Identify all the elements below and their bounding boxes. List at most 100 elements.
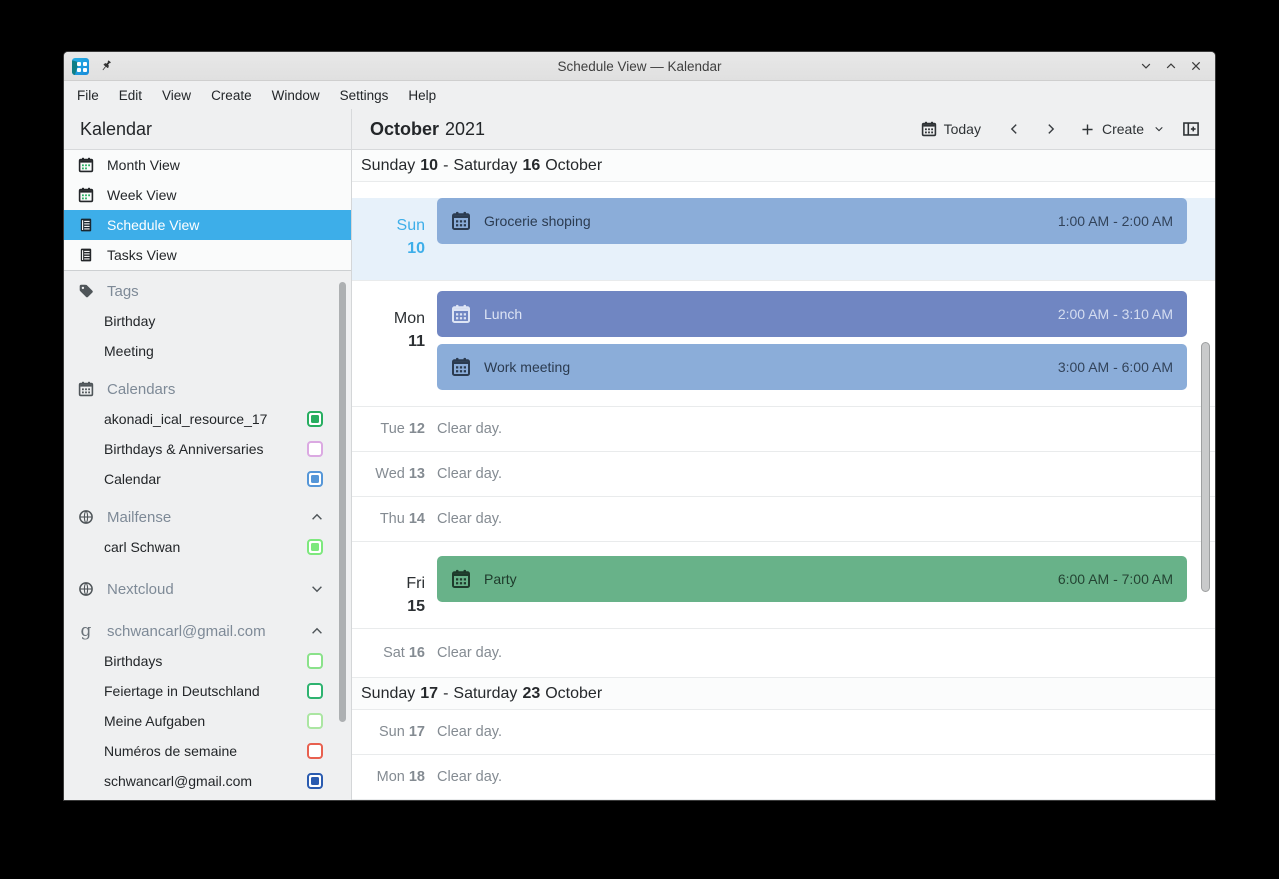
- day-row-sat-16: Sat 16 Clear day.: [352, 629, 1215, 678]
- account-title: schwancarl@gmail.com: [107, 623, 266, 640]
- today-label: Today: [944, 121, 981, 137]
- menu-settings[interactable]: Settings: [330, 84, 399, 107]
- account-header-nextcloud[interactable]: Nextcloud: [64, 574, 351, 604]
- close-button[interactable]: [1189, 59, 1203, 73]
- sidebar-scrollbar[interactable]: [339, 282, 346, 722]
- calendar-label: schwancarl@gmail.com: [104, 773, 252, 789]
- calendar-item[interactable]: Numéros de semaine: [64, 736, 351, 766]
- calendar-item[interactable]: akonadi_ical_resource_17: [64, 404, 351, 434]
- calendar-label: Numéros de semaine: [104, 743, 237, 759]
- menu-help[interactable]: Help: [398, 84, 446, 107]
- titlebar[interactable]: Schedule View — Kalendar: [64, 52, 1215, 81]
- event-title: Grocerie shoping: [484, 213, 1058, 229]
- minimize-button[interactable]: [1139, 59, 1153, 73]
- calendar-item[interactable]: Feiertage in Deutschland: [64, 676, 351, 706]
- section-title: Calendars: [107, 381, 175, 398]
- calendar-checkbox[interactable]: [307, 713, 323, 729]
- day-row-mon-18: Mon 18 Clear day.: [352, 755, 1215, 800]
- account-header-gmail[interactable]: g schwancarl@gmail.com: [64, 616, 351, 646]
- menu-edit[interactable]: Edit: [109, 84, 152, 107]
- calendar-checkbox[interactable]: [307, 411, 323, 427]
- clear-day-label: Clear day.: [437, 421, 502, 437]
- calendar-item[interactable]: Meine Aufgaben: [64, 706, 351, 736]
- calendar-item[interactable]: Birthdays: [64, 646, 351, 676]
- calendars-section-header[interactable]: Calendars: [64, 374, 351, 404]
- menu-view[interactable]: View: [152, 84, 201, 107]
- sidebar-item-schedule-view[interactable]: Schedule View: [64, 210, 351, 240]
- tag-item-birthday[interactable]: Birthday: [64, 306, 351, 336]
- menu-window[interactable]: Window: [262, 84, 330, 107]
- tag-item-meeting[interactable]: Meeting: [64, 336, 351, 366]
- event-title: Work meeting: [484, 359, 1058, 375]
- plus-icon: [1080, 122, 1095, 137]
- tag-label: Birthday: [104, 313, 155, 329]
- sidebar-title: Kalendar: [64, 109, 352, 149]
- day-row-thu-14: Thu 14 Clear day.: [352, 497, 1215, 542]
- calendar-checkbox[interactable]: [307, 743, 323, 759]
- schedule-view-icon: [78, 217, 94, 233]
- tag-label: Meeting: [104, 343, 154, 359]
- calendar-checkbox[interactable]: [307, 471, 323, 487]
- calendar-item[interactable]: schwancarl@gmail.com: [64, 766, 351, 796]
- calendar-checkbox[interactable]: [307, 539, 323, 555]
- calendar-checkbox[interactable]: [307, 441, 323, 457]
- globe-icon: [78, 509, 94, 525]
- event-calendar-icon: [451, 357, 471, 377]
- clear-day-label: Clear day.: [437, 466, 502, 482]
- calendar-item[interactable]: Birthdays & Anniversaries: [64, 434, 351, 464]
- menu-create[interactable]: Create: [201, 84, 262, 107]
- today-button[interactable]: Today: [921, 121, 981, 137]
- calendar-label: Meine Aufgaben: [104, 713, 205, 729]
- calendar-icon: [78, 381, 94, 397]
- toolbar: Today Create: [921, 120, 1215, 138]
- globe-icon: [78, 581, 94, 597]
- sidebar-item-tasks-view[interactable]: Tasks View: [64, 240, 351, 270]
- create-button[interactable]: Create: [1080, 121, 1165, 137]
- event-grocerie-shoping[interactable]: Grocerie shoping 1:00 AM - 2:00 AM: [437, 198, 1187, 244]
- event-time: 1:00 AM - 2:00 AM: [1058, 213, 1173, 229]
- schedule-scrollbar[interactable]: [1201, 342, 1210, 592]
- view-label: Tasks View: [107, 247, 177, 263]
- week-header: Sunday17 -Saturday 23October: [352, 678, 1215, 710]
- event-time: 6:00 AM - 7:00 AM: [1058, 571, 1173, 587]
- calendar-item[interactable]: carl Schwan: [64, 532, 351, 562]
- sidebar: Month View Week View Schedule View Tasks…: [64, 150, 352, 800]
- collapse-chevron-icon[interactable]: [309, 623, 325, 639]
- next-button[interactable]: [1043, 121, 1059, 137]
- clear-day-label: Clear day.: [437, 645, 502, 661]
- day-label: Mon 11: [352, 307, 425, 353]
- calendar-label: Calendar: [104, 471, 161, 487]
- event-time: 3:00 AM - 6:00 AM: [1058, 359, 1173, 375]
- event-title: Party: [484, 571, 1058, 587]
- collapse-chevron-icon[interactable]: [309, 509, 325, 525]
- day-row-wed-13: Wed 13 Clear day.: [352, 452, 1215, 497]
- calendar-checkbox[interactable]: [307, 683, 323, 699]
- calendar-item[interactable]: Calendar: [64, 464, 351, 494]
- pin-icon: [99, 59, 113, 73]
- day-row-fri-15: Fri 15 Party 6:00 AM - 7:00 AM: [352, 556, 1215, 629]
- add-calendar-pane-button[interactable]: [1182, 120, 1200, 138]
- account-header-mailfense[interactable]: Mailfense: [64, 502, 351, 532]
- tags-section-header[interactable]: Tags: [64, 276, 351, 306]
- previous-button[interactable]: [1006, 121, 1022, 137]
- sidebar-item-week-view[interactable]: Week View: [64, 180, 351, 210]
- tasks-view-icon: [78, 247, 94, 263]
- calendar-checkbox[interactable]: [307, 773, 323, 789]
- calendar-checkbox[interactable]: [307, 653, 323, 669]
- month-label: October: [370, 119, 439, 140]
- year-label: 2021: [445, 119, 485, 140]
- event-lunch[interactable]: Lunch 2:00 AM - 3:10 AM: [437, 291, 1187, 337]
- calendar-label: akonadi_ical_resource_17: [104, 411, 267, 427]
- kalendar-window: Schedule View — Kalendar File Edit View …: [64, 52, 1215, 800]
- maximize-button[interactable]: [1164, 59, 1178, 73]
- calendar-label: Birthdays & Anniversaries: [104, 441, 264, 457]
- calendar-label: Feiertage in Deutschland: [104, 683, 260, 699]
- day-row-sun-10: Sun 10 Grocerie shoping 1:00 AM - 2:00 A…: [352, 198, 1215, 281]
- sidebar-item-month-view[interactable]: Month View: [64, 150, 351, 180]
- clear-day-label: Clear day.: [437, 769, 502, 785]
- event-work-meeting[interactable]: Work meeting 3:00 AM - 6:00 AM: [437, 344, 1187, 390]
- collapse-chevron-icon[interactable]: [309, 581, 325, 597]
- menu-file[interactable]: File: [67, 84, 109, 107]
- event-title: Lunch: [484, 306, 1058, 322]
- event-party[interactable]: Party 6:00 AM - 7:00 AM: [437, 556, 1187, 602]
